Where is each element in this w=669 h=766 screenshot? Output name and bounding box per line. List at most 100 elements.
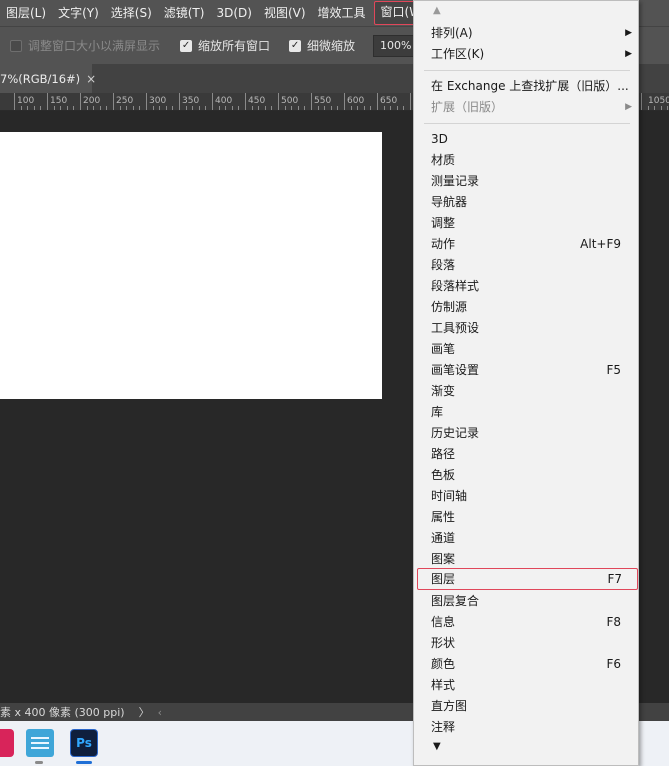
menu-3d[interactable]: 3D(D)	[210, 0, 257, 26]
ruler-tick	[225, 106, 227, 110]
zoom-all-option[interactable]: ✓ 缩放所有窗口	[180, 37, 270, 54]
ruler-label: 250	[116, 96, 134, 106]
zoom-all-checkbox[interactable]: ✓	[180, 39, 193, 52]
ruler-tick	[654, 106, 656, 110]
menu-item-label: 时间轴	[431, 489, 468, 503]
ruler-tick	[192, 106, 194, 110]
ruler-tick	[106, 106, 108, 110]
notepad-icon[interactable]	[26, 729, 54, 757]
menu-item-layer-comps[interactable]: 图层复合	[414, 591, 638, 612]
menu-item-color[interactable]: 颜色 F6	[414, 654, 638, 675]
menu-item-workspace[interactable]: 工作区(K) ▶	[414, 44, 638, 65]
menu-item-histogram[interactable]: 直方图	[414, 696, 638, 717]
menu-filter[interactable]: 滤镜(T)	[158, 0, 211, 26]
app-icon[interactable]	[0, 729, 14, 757]
menu-item-channels[interactable]: 通道	[414, 528, 638, 549]
menu-item-layers[interactable]: 图层 F7	[417, 568, 638, 590]
menu-separator	[424, 123, 630, 124]
menu-item-find-extensions[interactable]: 在 Exchange 上查找扩展（旧版）...	[414, 76, 638, 97]
menu-layer[interactable]: 图层(L)	[0, 0, 52, 26]
menu-item-history[interactable]: 历史记录	[414, 423, 638, 444]
ruler-tick	[660, 106, 662, 110]
menu-item-clone-source[interactable]: 仿制源	[414, 297, 638, 318]
menu-item-brushes[interactable]: 画笔	[414, 339, 638, 360]
menu-item-measurement-log[interactable]: 测量记录	[414, 171, 638, 192]
menu-item-label: 画笔设置	[431, 363, 480, 377]
menu-view[interactable]: 视图(V)	[258, 0, 312, 26]
menu-item-label: 图案	[431, 552, 456, 566]
fit-window-checkbox[interactable]	[10, 39, 22, 52]
menu-item-properties[interactable]: 属性	[414, 507, 638, 528]
ruler-tick	[258, 106, 260, 110]
menu-type[interactable]: 文字(Y)	[52, 0, 105, 26]
scrubby-zoom-label: 细微缩放	[307, 39, 356, 53]
menu-item-paragraph-styles[interactable]: 段落样式	[414, 276, 638, 297]
ruler-tick	[66, 106, 68, 110]
ruler-tick	[641, 93, 642, 110]
menu-item-timeline[interactable]: 时间轴	[414, 486, 638, 507]
scroll-down-arrow-icon[interactable]: ▼	[433, 741, 441, 752]
ruler-tick	[357, 106, 359, 110]
menu-item-label: 路径	[431, 447, 456, 461]
menu-item-arrange[interactable]: 排列(A) ▶	[414, 23, 638, 44]
photoshop-icon[interactable]: Ps	[70, 729, 98, 757]
menu-item-tool-presets[interactable]: 工具预设	[414, 318, 638, 339]
fit-window-option[interactable]: 调整窗口大小以满屏显示	[10, 37, 160, 54]
ruler-tick	[396, 106, 398, 110]
chevron-right-icon[interactable]: 〉	[139, 704, 150, 720]
menu-item-navigator[interactable]: 导航器	[414, 192, 638, 213]
menu-item-notes[interactable]: 注释	[414, 717, 638, 738]
ruler-tick	[152, 106, 154, 110]
menu-item-label: 库	[431, 405, 444, 419]
ruler-tick	[271, 106, 273, 110]
menu-item-3d[interactable]: 3D	[414, 129, 638, 150]
menu-item-gradients[interactable]: 渐变	[414, 381, 638, 402]
menu-item-materials[interactable]: 材质	[414, 150, 638, 171]
ruler-tick	[86, 106, 88, 110]
ruler-tick	[297, 106, 299, 110]
menu-item-label: 测量记录	[431, 174, 480, 188]
menu-select[interactable]: 选择(S)	[105, 0, 158, 26]
menu-separator	[424, 70, 630, 71]
ruler-tick	[185, 106, 187, 110]
menu-item-label: 工作区(K)	[431, 47, 485, 61]
ruler-tick	[126, 106, 128, 110]
menu-item-libraries[interactable]: 库	[414, 402, 638, 423]
menu-item-paths[interactable]: 路径	[414, 444, 638, 465]
menu-item-paragraph[interactable]: 段落	[414, 255, 638, 276]
ruler-tick	[119, 106, 121, 110]
menu-item-info[interactable]: 信息 F8	[414, 612, 638, 633]
ruler-tick	[251, 106, 253, 110]
ruler-tick	[647, 106, 649, 110]
ruler-label: 200	[83, 96, 101, 106]
menu-item-patterns[interactable]: 图案	[414, 549, 638, 570]
chevron-left-icon[interactable]: ‹	[158, 706, 162, 719]
ruler-label: 300	[149, 96, 167, 106]
ruler-label: 450	[248, 96, 266, 106]
scrubby-zoom-checkbox[interactable]: ✓	[289, 39, 302, 52]
ruler-tick	[33, 106, 35, 110]
scrubby-zoom-option[interactable]: ✓ 细微缩放	[289, 37, 355, 54]
ruler-tick	[53, 106, 55, 110]
ruler-tick	[317, 106, 319, 110]
menu-item-label: 仿制源	[431, 300, 468, 314]
menu-plugins[interactable]: 增效工具	[312, 0, 372, 26]
close-icon[interactable]: ×	[86, 72, 96, 86]
menu-item-brush-settings[interactable]: 画笔设置 F5	[414, 360, 638, 381]
menu-item-styles[interactable]: 样式	[414, 675, 638, 696]
menu-item-extensions[interactable]: 扩展（旧版） ▶	[414, 97, 638, 118]
submenu-arrow-icon: ▶	[625, 102, 632, 112]
menu-item-adjustments[interactable]: 调整	[414, 213, 638, 234]
menu-item-label: 段落	[431, 258, 456, 272]
menu-item-shapes[interactable]: 形状	[414, 633, 638, 654]
menu-item-label: 历史记录	[431, 426, 480, 440]
document-tab[interactable]: 7%(RGB/16#) ×	[0, 64, 96, 93]
canvas[interactable]	[0, 132, 382, 399]
menu-item-label: 导航器	[431, 195, 468, 209]
menu-item-shortcut: Alt+F9	[580, 237, 621, 251]
ruler-tick	[27, 106, 29, 110]
menu-item-actions[interactable]: 动作 Alt+F9	[414, 234, 638, 255]
menu-item-label: 样式	[431, 678, 456, 692]
scroll-up-arrow-icon[interactable]: ▲	[433, 5, 441, 16]
menu-item-swatches[interactable]: 色板	[414, 465, 638, 486]
